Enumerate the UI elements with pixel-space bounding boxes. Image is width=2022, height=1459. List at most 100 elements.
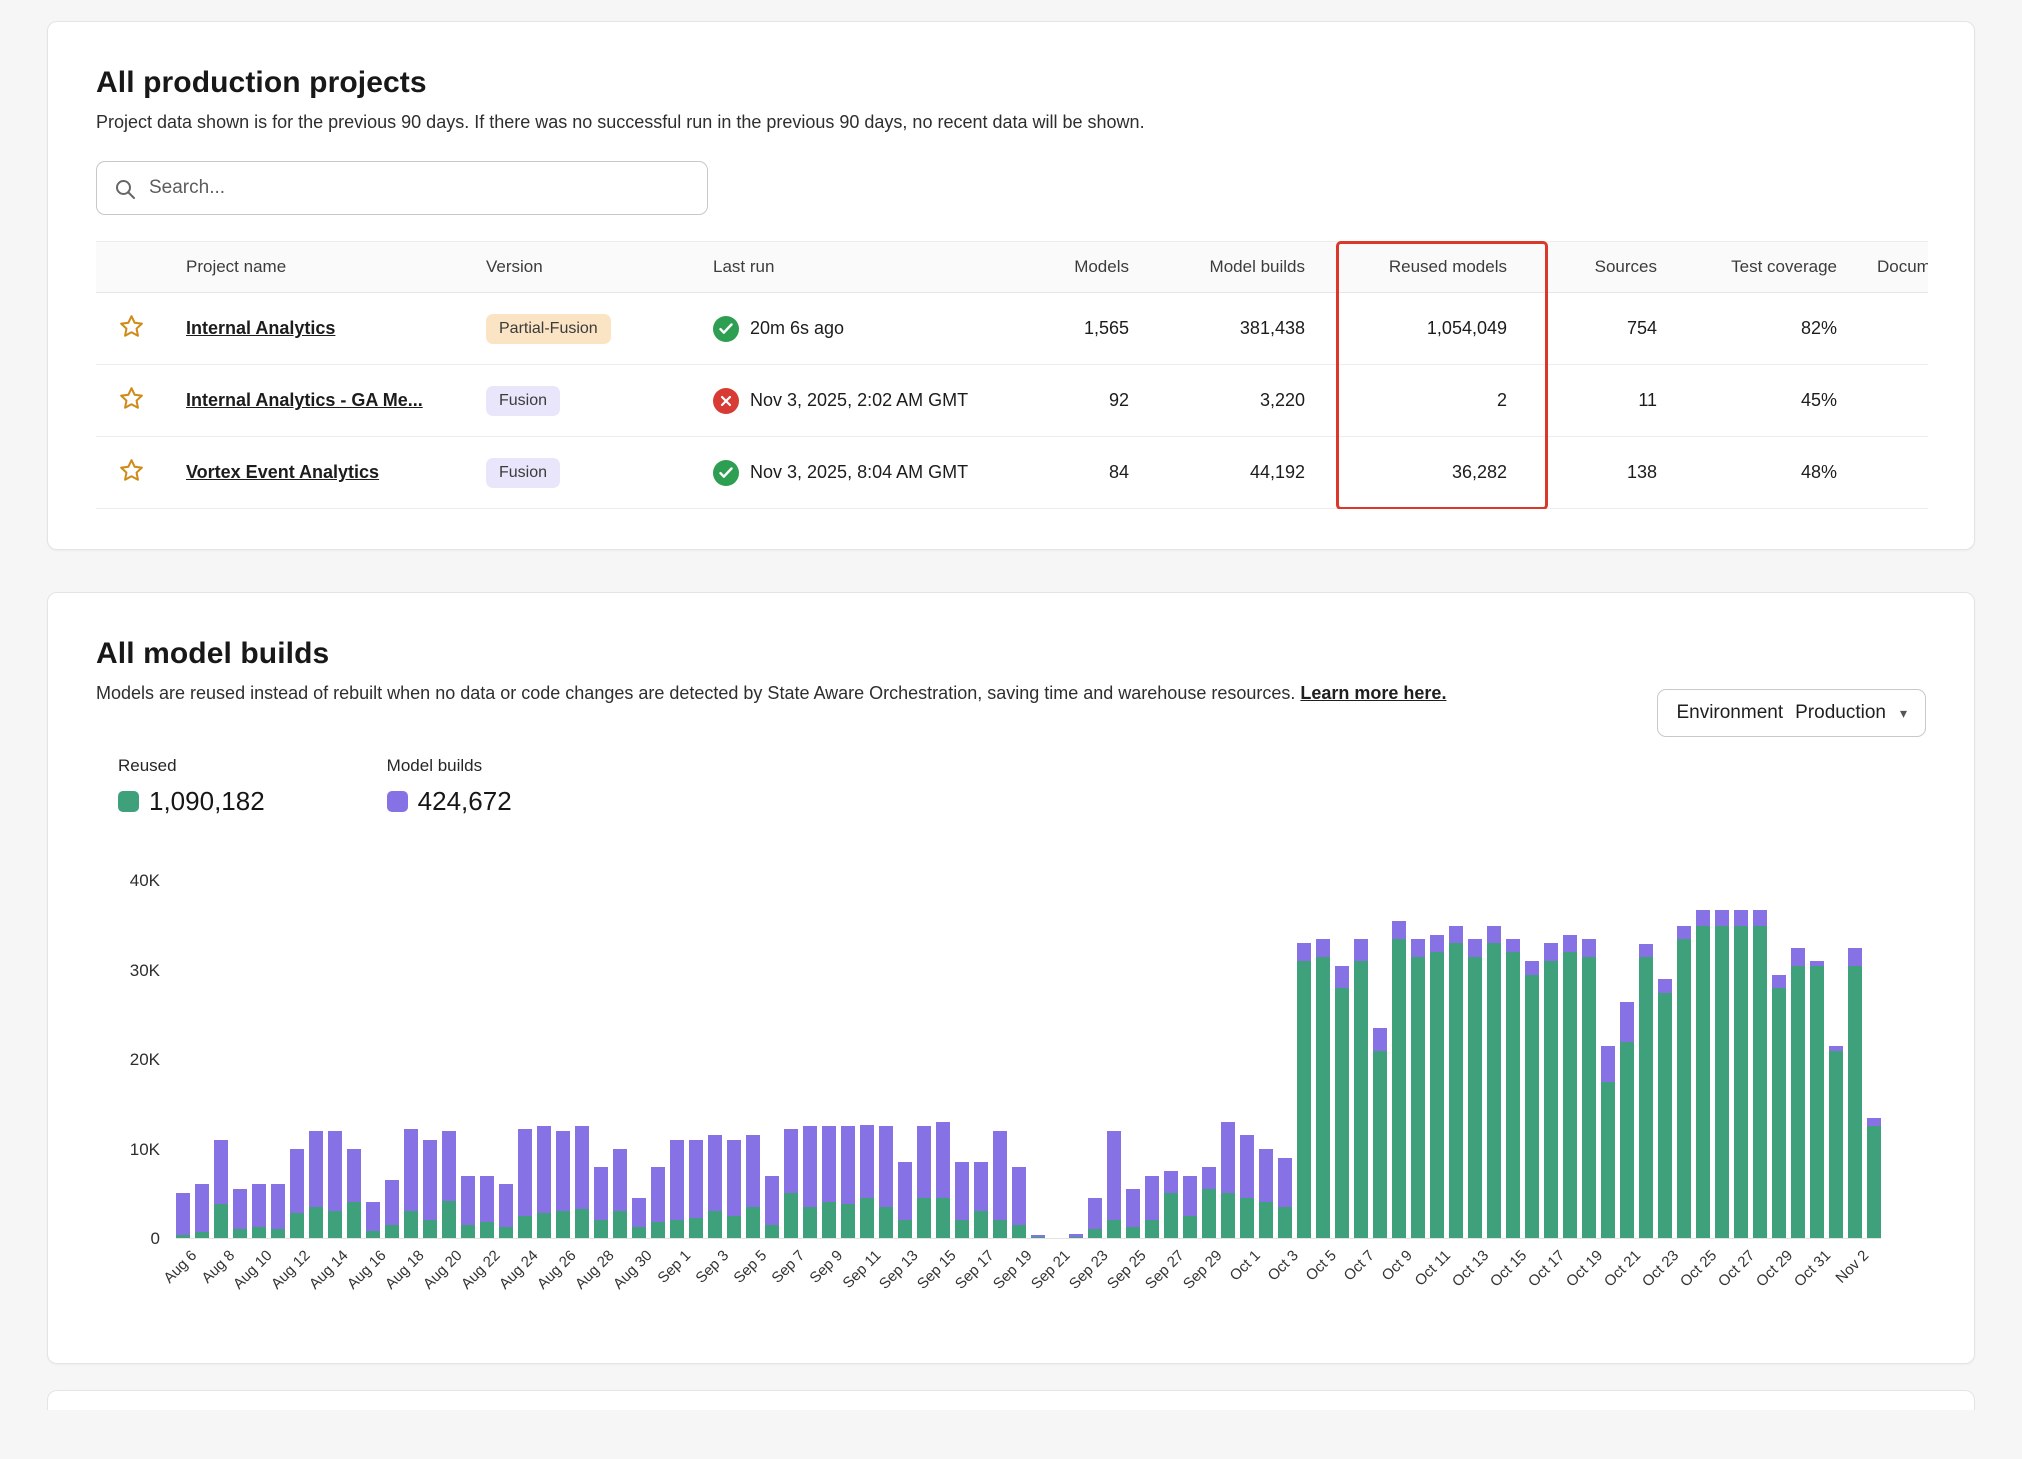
chart-bar[interactable] bbox=[328, 881, 342, 1238]
chart-bar[interactable] bbox=[195, 881, 209, 1238]
chart-bar[interactable] bbox=[442, 881, 456, 1238]
chart-bar[interactable] bbox=[1677, 881, 1691, 1238]
chart-bar[interactable] bbox=[499, 881, 513, 1238]
chart-bar[interactable] bbox=[1126, 881, 1140, 1238]
chart-bar[interactable] bbox=[1069, 881, 1083, 1238]
favorite-star-button[interactable] bbox=[118, 313, 145, 340]
chart-bar[interactable] bbox=[1183, 881, 1197, 1238]
chart-bar[interactable] bbox=[841, 881, 855, 1238]
chart-bar[interactable] bbox=[803, 881, 817, 1238]
chart-bar[interactable] bbox=[1031, 881, 1045, 1238]
chart-bar[interactable] bbox=[613, 881, 627, 1238]
chart-bar[interactable] bbox=[1050, 881, 1064, 1238]
chart-bar[interactable] bbox=[1392, 881, 1406, 1238]
chart-bar[interactable] bbox=[632, 881, 646, 1238]
chart-bar[interactable] bbox=[1658, 881, 1672, 1238]
chart-bar[interactable] bbox=[974, 881, 988, 1238]
chart-bar[interactable] bbox=[271, 881, 285, 1238]
chart-bar[interactable] bbox=[993, 881, 1007, 1238]
chart-bar[interactable] bbox=[1582, 881, 1596, 1238]
chart-bar[interactable] bbox=[1449, 881, 1463, 1238]
environment-dropdown[interactable]: Environment Production ▾ bbox=[1657, 689, 1926, 737]
learn-more-link[interactable]: Learn more here. bbox=[1300, 683, 1446, 703]
chart-bar[interactable] bbox=[1734, 881, 1748, 1238]
chart-bar[interactable] bbox=[917, 881, 931, 1238]
last-run-time: 20m 6s ago bbox=[750, 318, 844, 339]
chart-bar[interactable] bbox=[1240, 881, 1254, 1238]
chart-bar[interactable] bbox=[1430, 881, 1444, 1238]
chart-bar[interactable] bbox=[214, 881, 228, 1238]
chart-bar[interactable] bbox=[1259, 881, 1273, 1238]
chart-bar[interactable] bbox=[1696, 881, 1710, 1238]
chart-bar[interactable] bbox=[1563, 881, 1577, 1238]
chart-bar[interactable] bbox=[860, 881, 874, 1238]
chart-bar[interactable] bbox=[1753, 881, 1767, 1238]
project-link[interactable]: Vortex Event Analytics bbox=[186, 462, 379, 482]
chart-bar[interactable] bbox=[822, 881, 836, 1238]
chart-bar[interactable] bbox=[1715, 881, 1729, 1238]
chart-bar[interactable] bbox=[1525, 881, 1539, 1238]
chart-bar[interactable] bbox=[1848, 881, 1862, 1238]
chart-bar[interactable] bbox=[1487, 881, 1501, 1238]
chart-bar[interactable] bbox=[898, 881, 912, 1238]
chart-bar[interactable] bbox=[670, 881, 684, 1238]
chart-bar[interactable] bbox=[727, 881, 741, 1238]
chart-bar[interactable] bbox=[1810, 881, 1824, 1238]
chart-bar[interactable] bbox=[879, 881, 893, 1238]
chart-bar[interactable] bbox=[1829, 881, 1843, 1238]
chart-bar[interactable] bbox=[252, 881, 266, 1238]
chart-bar[interactable] bbox=[1468, 881, 1482, 1238]
chart-bar[interactable] bbox=[176, 881, 190, 1238]
chart-bar[interactable] bbox=[784, 881, 798, 1238]
chart-bar[interactable] bbox=[936, 881, 950, 1238]
chart-bar[interactable] bbox=[651, 881, 665, 1238]
chart-bar[interactable] bbox=[1601, 881, 1615, 1238]
chart-bar[interactable] bbox=[1373, 881, 1387, 1238]
chart-bar[interactable] bbox=[1867, 881, 1881, 1238]
chart-bar[interactable] bbox=[423, 881, 437, 1238]
chart-bar[interactable] bbox=[347, 881, 361, 1238]
chart-bar[interactable] bbox=[1297, 881, 1311, 1238]
chart-bar[interactable] bbox=[765, 881, 779, 1238]
chart-bar[interactable] bbox=[404, 881, 418, 1238]
chart-bar[interactable] bbox=[537, 881, 551, 1238]
chart-bar[interactable] bbox=[461, 881, 475, 1238]
favorite-star-button[interactable] bbox=[118, 385, 145, 412]
chart-bar[interactable] bbox=[1164, 881, 1178, 1238]
chart-bar[interactable] bbox=[290, 881, 304, 1238]
chart-bar[interactable] bbox=[1221, 881, 1235, 1238]
chart-bar[interactable] bbox=[1620, 881, 1634, 1238]
chart-bar[interactable] bbox=[1411, 881, 1425, 1238]
chart-bar[interactable] bbox=[575, 881, 589, 1238]
chart-bar[interactable] bbox=[556, 881, 570, 1238]
chart-bar[interactable] bbox=[1335, 881, 1349, 1238]
chart-bar[interactable] bbox=[309, 881, 323, 1238]
favorite-star-button[interactable] bbox=[118, 457, 145, 484]
chart-bar[interactable] bbox=[1202, 881, 1216, 1238]
chart-bar[interactable] bbox=[1544, 881, 1558, 1238]
chart-bar[interactable] bbox=[233, 881, 247, 1238]
chart-bar[interactable] bbox=[385, 881, 399, 1238]
chart-bar[interactable] bbox=[518, 881, 532, 1238]
chart-bar[interactable] bbox=[1639, 881, 1653, 1238]
search-input[interactable] bbox=[97, 162, 707, 214]
project-link[interactable]: Internal Analytics bbox=[186, 318, 335, 338]
chart-bar[interactable] bbox=[689, 881, 703, 1238]
chart-bar[interactable] bbox=[366, 881, 380, 1238]
chart-bar[interactable] bbox=[1107, 881, 1121, 1238]
chart-bar[interactable] bbox=[1145, 881, 1159, 1238]
chart-bar[interactable] bbox=[746, 881, 760, 1238]
chart-bar[interactable] bbox=[1354, 881, 1368, 1238]
chart-bar[interactable] bbox=[1278, 881, 1292, 1238]
chart-bar[interactable] bbox=[1088, 881, 1102, 1238]
chart-bar[interactable] bbox=[1316, 881, 1330, 1238]
chart-bar[interactable] bbox=[594, 881, 608, 1238]
project-link[interactable]: Internal Analytics - GA Me... bbox=[186, 390, 423, 410]
chart-bar[interactable] bbox=[1772, 881, 1786, 1238]
chart-bar[interactable] bbox=[1012, 881, 1026, 1238]
chart-bar[interactable] bbox=[480, 881, 494, 1238]
chart-bar[interactable] bbox=[955, 881, 969, 1238]
chart-bar[interactable] bbox=[1506, 881, 1520, 1238]
chart-bar[interactable] bbox=[1791, 881, 1805, 1238]
chart-bar[interactable] bbox=[708, 881, 722, 1238]
